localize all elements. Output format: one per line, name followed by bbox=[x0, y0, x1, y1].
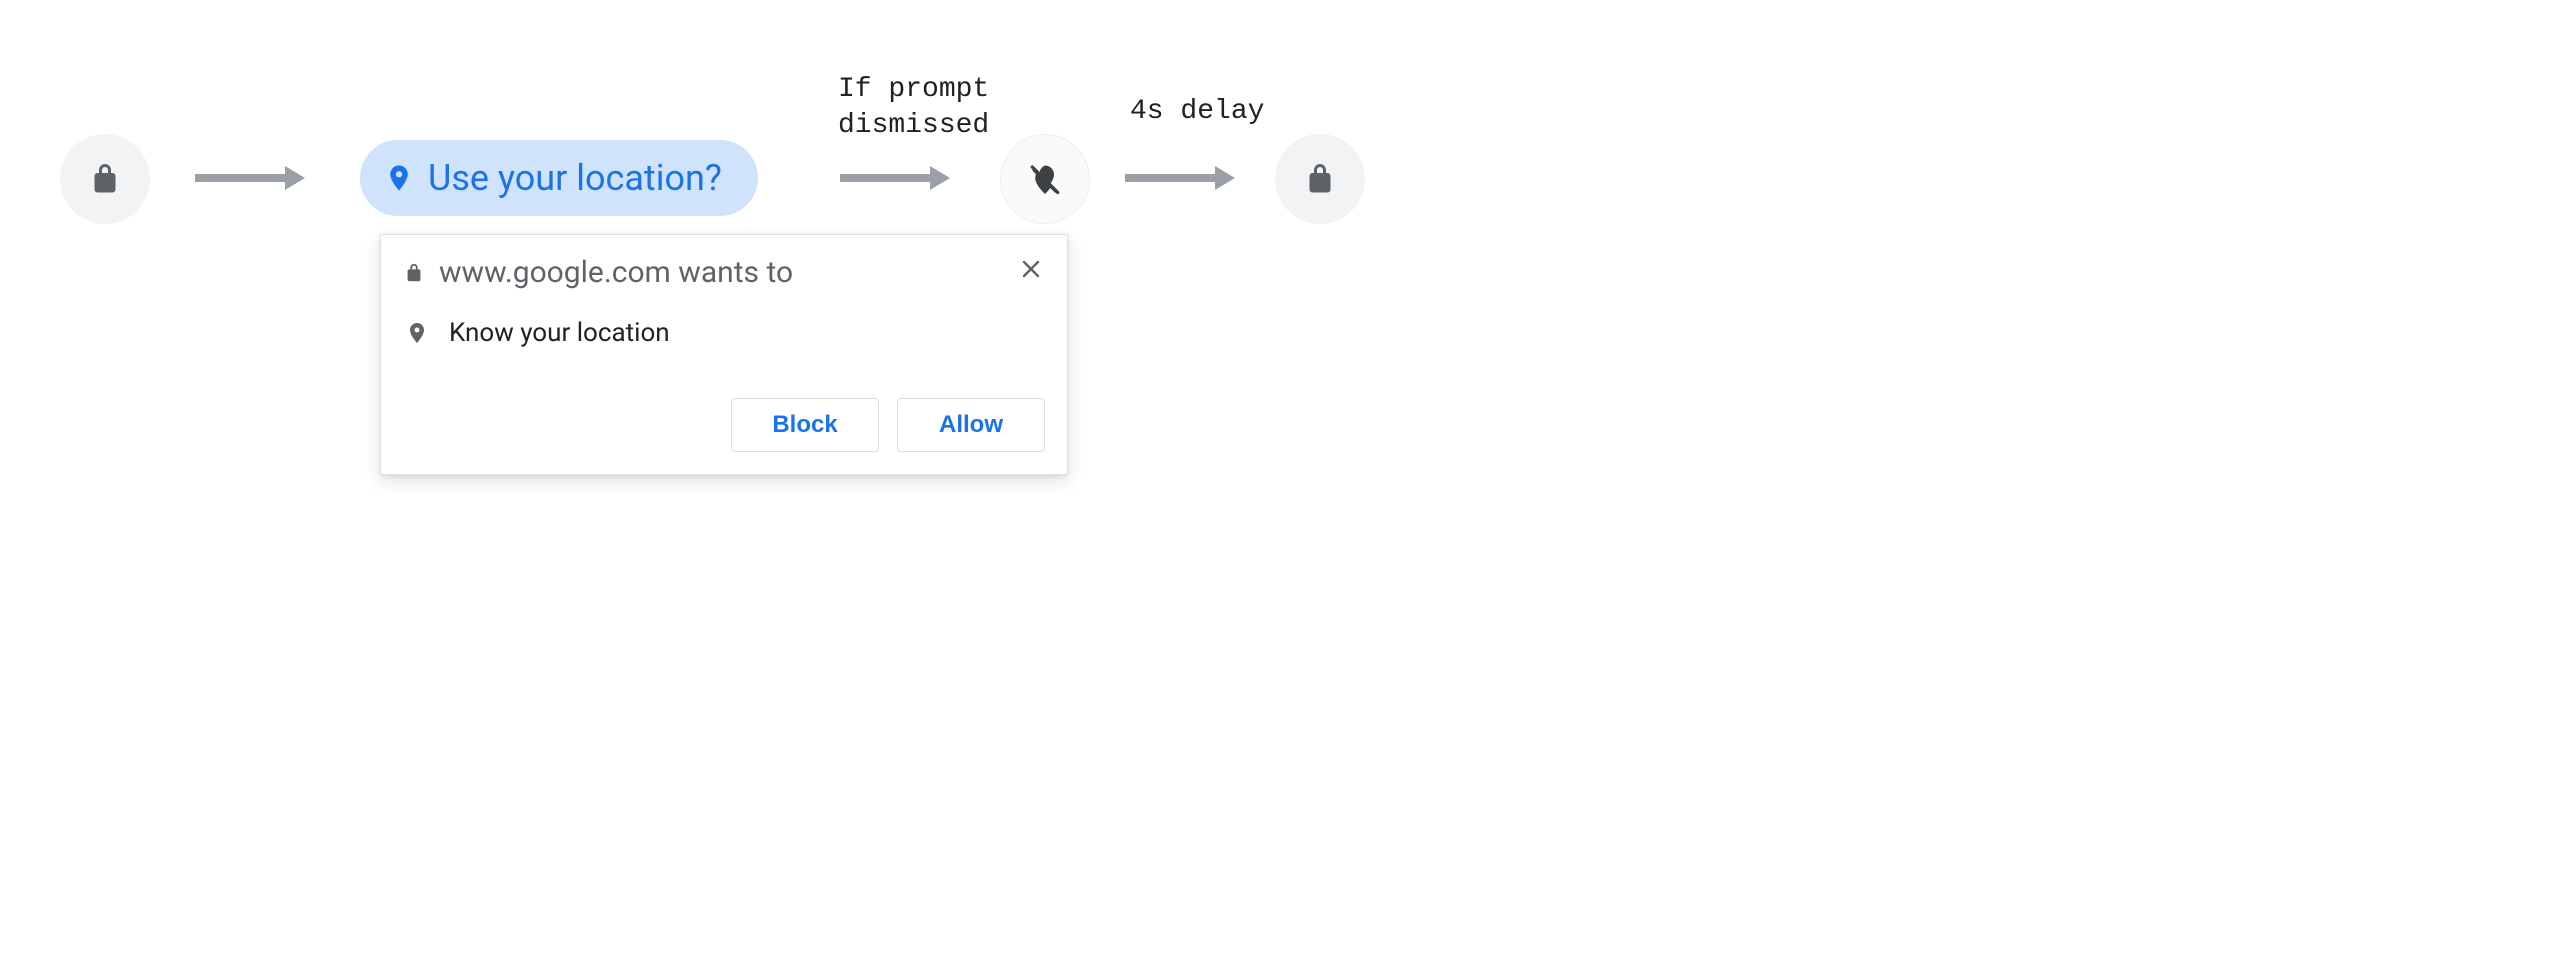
location-off-icon bbox=[1027, 161, 1063, 197]
lock-state-badge-final bbox=[1275, 134, 1365, 224]
arrow-2 bbox=[840, 160, 950, 196]
annotation-delay: 4s delay bbox=[1130, 94, 1264, 130]
prompt-permission-text: Know your location bbox=[449, 318, 670, 348]
lock-icon bbox=[87, 161, 123, 197]
location-blocked-badge bbox=[1000, 134, 1090, 224]
location-chip-label: Use your location? bbox=[428, 157, 722, 199]
permission-prompt: www.google.com wants to Know your locati… bbox=[380, 234, 1068, 475]
lock-icon bbox=[403, 262, 425, 284]
lock-state-badge bbox=[60, 134, 150, 224]
arrow-1 bbox=[195, 160, 305, 196]
close-button[interactable] bbox=[1013, 251, 1049, 287]
annotation-dismissed: If prompt dismissed bbox=[838, 72, 989, 145]
close-icon bbox=[1019, 257, 1043, 281]
location-pin-icon bbox=[384, 163, 414, 193]
arrow-3 bbox=[1125, 160, 1235, 196]
allow-button[interactable]: Allow bbox=[897, 398, 1045, 452]
location-chip[interactable]: Use your location? bbox=[360, 140, 758, 216]
lock-icon bbox=[1302, 161, 1338, 197]
prompt-title: www.google.com wants to bbox=[439, 255, 1045, 290]
block-button[interactable]: Block bbox=[731, 398, 879, 452]
location-pin-icon bbox=[405, 321, 429, 345]
